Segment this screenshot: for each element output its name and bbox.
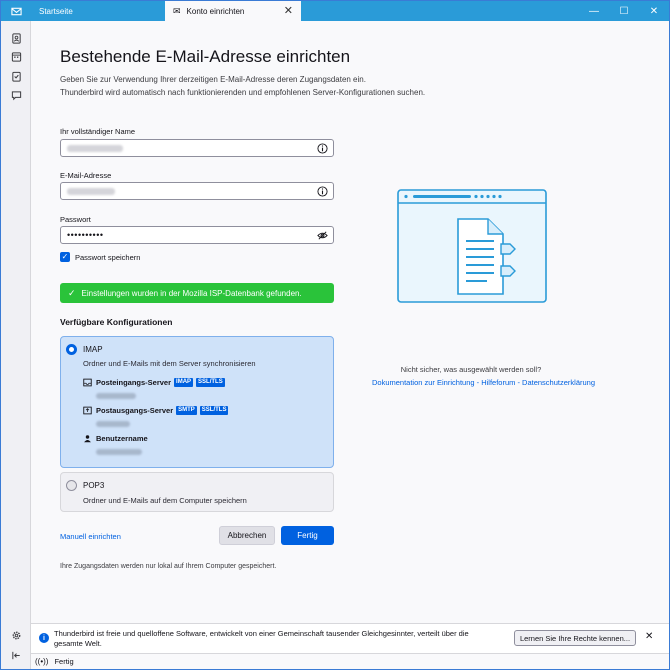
eye-slash-icon[interactable] (317, 230, 328, 241)
pop3-radio[interactable] (66, 480, 77, 491)
info-icon (317, 143, 328, 154)
calendar-space-button[interactable] (8, 48, 24, 64)
intro-line-1: Geben Sie zur Verwendung Ihrer derzeitig… (60, 75, 366, 84)
address-book-space-button[interactable] (8, 30, 24, 46)
cancel-button[interactable]: Abbrechen (219, 526, 275, 545)
info-icon: i (39, 633, 49, 643)
username-row: Benutzername (83, 434, 148, 443)
password-value: •••••••••• (67, 230, 104, 240)
outgoing-server-row: Postausgangs-Server SMTP SSL/TLS (83, 406, 229, 415)
calendar-icon (11, 51, 21, 62)
username-label: Benutzername (96, 434, 148, 443)
done-button[interactable]: Fertig (281, 526, 334, 545)
user-icon (84, 435, 91, 443)
success-banner: ✓ Einstellungen wurden in der Mozilla IS… (60, 283, 334, 303)
redacted-email (67, 188, 115, 195)
pop3-subtitle: Ordner und E-Mails auf dem Computer spei… (83, 496, 247, 505)
document-illustration (397, 189, 547, 303)
notification-text: Thunderbird ist freie und quelloffene So… (54, 629, 469, 648)
password-label: Passwort (60, 215, 91, 224)
chat-space-button[interactable] (8, 87, 24, 103)
mail-icon (10, 7, 22, 15)
settings-button[interactable] (8, 627, 24, 643)
mail-icon: ✉ (173, 5, 181, 16)
redacted-username (96, 449, 142, 455)
inbox-icon (83, 378, 92, 387)
thunderbird-window: Startseite ✉ Konto einrichten ✕ — ☐ ✕ Be… (0, 0, 670, 670)
success-text: Einstellungen wurden in der Mozilla ISP-… (81, 288, 302, 298)
tasks-space-button[interactable] (8, 68, 24, 84)
privacy-footnote: Ihre Zugangsdaten werden nur lokal auf I… (60, 563, 277, 570)
help-question: Nicht sicher, was ausgewählt werden soll… (400, 365, 542, 374)
close-notification-icon[interactable]: ✕ (645, 631, 653, 642)
account-setup-page: Bestehende E-Mail-Adresse einrichten Geb… (31, 21, 669, 623)
checkmark-icon: ✓ (68, 287, 76, 298)
security-badge: SSL/TLS (196, 378, 225, 387)
imap-subtitle: Ordner und E-Mails mit dem Server synchr… (83, 359, 256, 368)
password-input[interactable]: •••••••••• (60, 226, 334, 244)
redacted-name (67, 145, 123, 152)
collapse-icon (11, 651, 20, 659)
spaces-toolbar (1, 21, 31, 669)
imap-title: IMAP (83, 345, 103, 354)
incoming-server-label: Posteingangs-Server (96, 378, 172, 387)
close-tab-icon[interactable]: ✕ (284, 4, 293, 17)
page-title: Bestehende E-Mail-Adresse einrichten (60, 47, 351, 66)
name-input[interactable] (60, 139, 334, 157)
configs-heading: Verfügbare Konfigurationen (60, 317, 173, 327)
address-book-icon (11, 32, 21, 44)
window-controls: — ☐ ✕ (579, 1, 669, 21)
name-label: Ihr vollständiger Name (60, 127, 136, 136)
pop3-title: POP3 (83, 481, 105, 490)
intro-line-2: Thunderbird wird automatisch nach funkti… (60, 88, 426, 97)
online-status-icon[interactable]: ((•)) (35, 657, 48, 666)
config-pop3[interactable]: POP3 Ordner und E-Mails auf dem Computer… (60, 472, 334, 512)
outbox-icon (83, 406, 92, 415)
incoming-server-row: Posteingangs-Server IMAP SSL/TLS (83, 378, 225, 387)
outgoing-server-label: Postausgangs-Server (96, 406, 174, 415)
status-bar: ((•)) Fertig (31, 653, 669, 669)
minimize-button[interactable]: — (579, 1, 609, 21)
maximize-button[interactable]: ☐ (609, 1, 639, 21)
tab-label: Startseite (39, 6, 73, 16)
remember-password-checkbox[interactable]: ✓ (60, 252, 70, 262)
status-text: Fertig (54, 657, 74, 666)
email-label: E-Mail-Adresse (60, 171, 112, 180)
remember-password-label: Passwort speichern (75, 252, 141, 262)
manual-config-link[interactable]: Manuell einrichten (60, 532, 121, 541)
notification-bar: i Thunderbird ist freie und quelloffene … (31, 623, 669, 653)
protocol-badge: IMAP (174, 378, 194, 387)
mail-space-button[interactable] (1, 1, 31, 21)
tab-label: Konto einrichten (186, 6, 245, 16)
config-imap[interactable]: IMAP Ordner und E-Mails mit dem Server s… (60, 336, 334, 468)
remember-password-row[interactable]: ✓ Passwort speichern (60, 252, 140, 262)
info-icon (317, 186, 328, 197)
title-bar: Startseite ✉ Konto einrichten ✕ — ☐ ✕ (1, 1, 669, 21)
tab-account-setup[interactable]: ✉ Konto einrichten ✕ (165, 1, 301, 21)
email-input[interactable] (60, 182, 334, 200)
redacted-outgoing-host (96, 421, 130, 427)
help-links[interactable]: Dokumentation zur Einrichtung - Hilfefor… (351, 378, 616, 387)
chat-icon (11, 90, 21, 100)
tasks-icon (11, 71, 21, 82)
imap-radio[interactable] (66, 344, 77, 355)
settings-icon (12, 631, 20, 639)
tab-startseite[interactable]: Startseite (31, 1, 165, 21)
close-window-button[interactable]: ✕ (639, 1, 669, 21)
security-badge: SSL/TLS (199, 406, 229, 415)
collapse-spaces-button[interactable] (8, 647, 24, 663)
know-your-rights-button[interactable]: Lernen Sie Ihre Rechte kennen... (514, 630, 636, 646)
protocol-badge: SMTP (176, 406, 197, 415)
redacted-incoming-host (96, 393, 136, 399)
intro-text: Geben Sie zur Verwendung Ihrer derzeitig… (60, 73, 480, 99)
